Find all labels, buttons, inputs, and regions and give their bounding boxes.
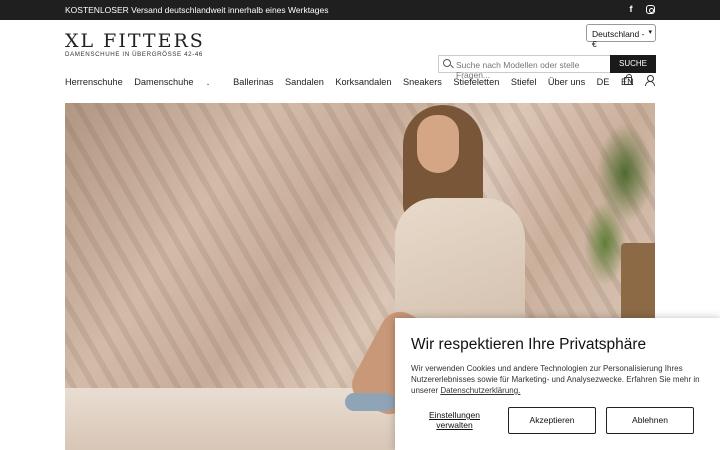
nav-item-ueber-uns[interactable]: Über uns xyxy=(548,77,585,87)
shopping-bag-icon[interactable] xyxy=(624,74,632,85)
search-button[interactable]: SUCHE xyxy=(610,55,656,73)
nav-item-label: Damenschuhe xyxy=(134,77,194,87)
search-bar: Suche nach Modellen oder stelle Fragen..… xyxy=(438,55,656,80)
search-input[interactable]: Suche nach Modellen oder stelle Fragen..… xyxy=(438,55,610,80)
top-announcement-bar: KOSTENLOSER Versand deutschlandweit inne… xyxy=(0,0,720,20)
cookie-title: Wir respektieren Ihre Privatsphäre xyxy=(411,336,647,353)
shipping-promo-text: KOSTENLOSER Versand deutschlandweit inne… xyxy=(65,5,329,15)
country-currency-select[interactable]: Deutschland - € ▾ xyxy=(586,24,656,49)
cookie-consent-dialog: Wir respektieren Ihre Privatsphäre Wir v… xyxy=(395,318,720,450)
nav-item-stiefel[interactable]: Stiefel xyxy=(511,77,537,87)
nav-item-ballerinas[interactable]: Ballerinas xyxy=(233,77,273,87)
instagram-icon[interactable] xyxy=(646,5,655,14)
manage-settings-button[interactable]: Einstellungen verwalten xyxy=(417,410,492,430)
search-icon xyxy=(443,59,451,67)
account-icon[interactable] xyxy=(644,75,655,86)
cookie-text: Wir verwenden Cookies und andere Technol… xyxy=(411,363,706,396)
logo-tagline: DAMENSCHUHE IN ÜBERGRÖSSE 42-46 xyxy=(65,51,203,58)
language-de[interactable]: DE xyxy=(597,77,610,87)
nav-item-sneakers[interactable]: Sneakers xyxy=(403,77,442,87)
social-links: f xyxy=(626,4,655,15)
accept-button[interactable]: Akzeptieren xyxy=(508,407,596,434)
logo-wordmark: XL FITTERS xyxy=(65,30,205,52)
nav-item-damenschuhe[interactable]: Damenschuhe ⌄ xyxy=(134,77,221,87)
header-icons xyxy=(624,74,655,86)
privacy-policy-link[interactable]: Datenschutzerklärung. xyxy=(440,386,520,395)
chevron-down-icon: ▾ xyxy=(648,29,652,36)
main-navigation: Herrenschuhe Damenschuhe ⌄ Ballerinas San… xyxy=(65,77,645,87)
nav-item-herrenschuhe[interactable]: Herrenschuhe xyxy=(65,77,123,87)
model-face xyxy=(417,115,459,173)
nav-item-korksandalen[interactable]: Korksandalen xyxy=(335,77,391,87)
site-logo[interactable]: XL FITTERS DAMENSCHUHE IN ÜBERGRÖSSE 42-… xyxy=(65,30,205,59)
facebook-icon[interactable]: f xyxy=(626,4,636,15)
hero-plant-pot xyxy=(621,243,655,323)
reject-button[interactable]: Ablehnen xyxy=(606,407,694,434)
chevron-down-icon: ⌄ xyxy=(205,81,211,87)
nav-item-stiefeletten[interactable]: Stiefeletten xyxy=(453,77,499,87)
sandal-left xyxy=(345,393,395,411)
country-select-value: Deutschland - € xyxy=(592,29,645,49)
nav-item-sandalen[interactable]: Sandalen xyxy=(285,77,324,87)
